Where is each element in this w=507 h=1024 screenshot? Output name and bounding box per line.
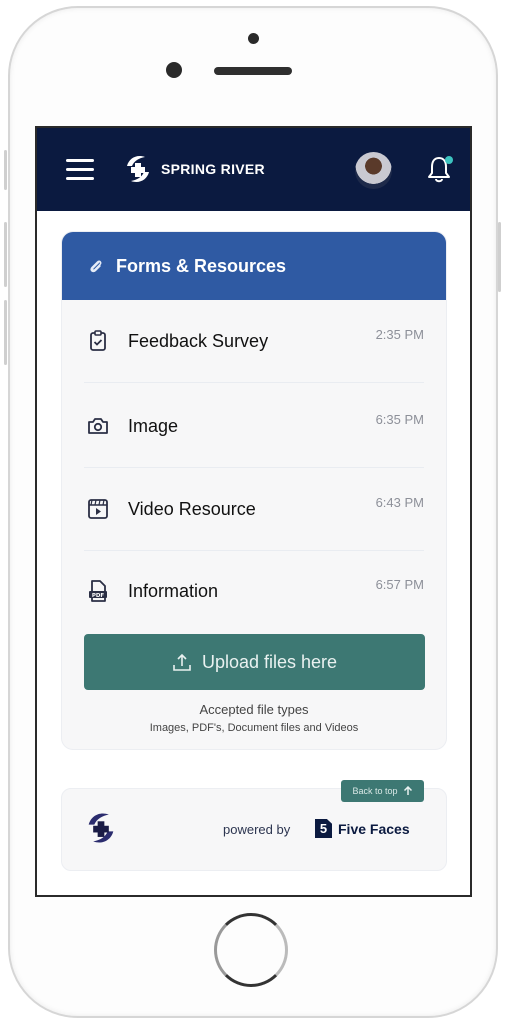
forms-resources-card: Forms & Resources Feedback Survey 2:35 P… [61,231,447,750]
five-faces-name: Five Faces [338,820,410,837]
item-time: 6:43 PM [375,495,424,510]
paperclip-icon [90,260,102,273]
earpiece-speaker [214,67,292,75]
list-item-information[interactable]: PDF Information 6:57 PM [84,550,424,632]
five-faces-logo[interactable]: 5 Five Faces [315,819,410,838]
arrow-up-icon [403,786,412,795]
clipboard-check-icon [86,329,110,353]
five-faces-badge: 5 [315,819,332,838]
item-label: Image [128,415,179,436]
item-label: Information [128,580,219,601]
powered-by-label: powered by [223,822,291,837]
proximity-sensor [166,62,182,78]
back-to-top-button[interactable]: Back to top [341,780,424,802]
item-label: Feedback Survey [128,330,269,351]
list-item-video-resource[interactable]: Video Resource 6:43 PM [84,468,424,551]
accepted-file-types-title: Accepted file types [199,702,309,717]
upload-icon [173,653,191,671]
app-screen: SPRING RIVER Forms & Resources Feedback … [35,126,472,897]
volume-up-button [4,222,7,287]
item-time: 6:57 PM [375,577,424,592]
upload-files-button[interactable]: Upload files here [84,634,425,690]
mute-switch [4,150,7,190]
upload-label: Upload files here [201,651,338,672]
pdf-file-icon: PDF [86,579,110,603]
brand-logo[interactable]: SPRING RIVER [121,152,265,186]
item-time: 2:35 PM [375,327,424,342]
list-item-image[interactable]: Image 6:35 PM [84,385,424,468]
back-to-top-label: Back to top [352,786,398,796]
video-clapper-icon [86,497,110,521]
spring-river-logo-icon [127,156,149,182]
brand-name: SPRING RIVER [161,161,265,177]
item-label: Video Resource [128,498,256,519]
notification-dot [445,156,453,164]
card-title: Forms & Resources [116,255,287,276]
spring-river-logo-icon [88,813,114,843]
card-header: Forms & Resources [62,232,446,300]
footer-logo [82,809,120,852]
volume-down-button [4,300,7,365]
home-button[interactable] [214,913,288,987]
notifications-button[interactable] [427,154,453,184]
accepted-file-types-list: Images, PDF's, Document files and Videos [149,722,359,734]
item-time: 6:35 PM [375,412,424,427]
camera-icon [86,414,110,438]
app-header: SPRING RIVER [37,128,470,211]
power-button [498,222,501,292]
hamburger-menu-icon[interactable] [66,157,94,181]
front-camera [248,33,259,44]
list-item-feedback-survey[interactable]: Feedback Survey 2:35 PM [84,300,424,383]
svg-text:PDF: PDF [92,593,105,599]
user-avatar[interactable] [355,152,392,189]
